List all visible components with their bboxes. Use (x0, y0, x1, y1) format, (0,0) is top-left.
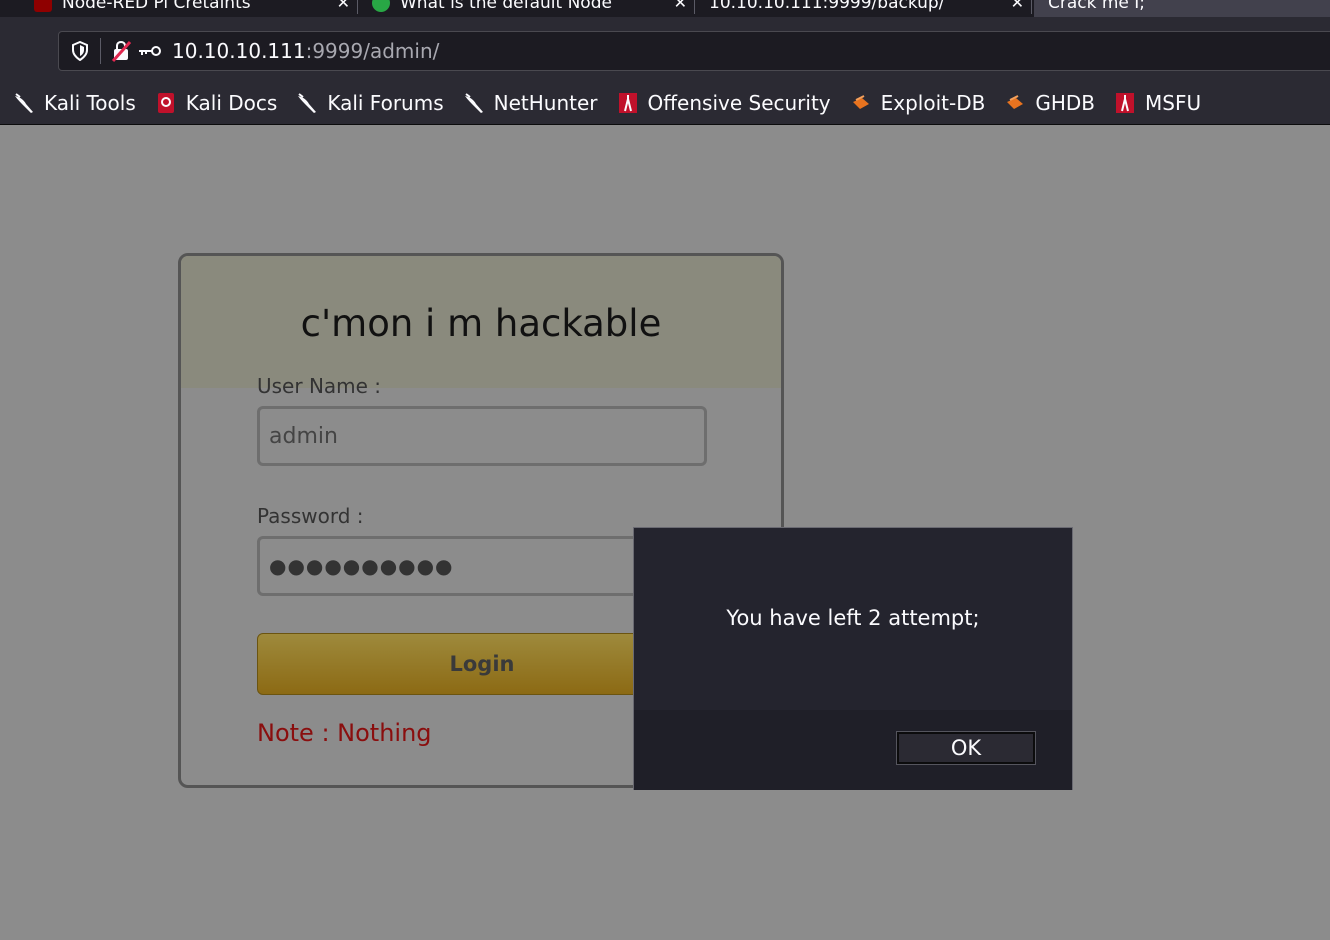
bookmark-label: Kali Tools (44, 90, 136, 115)
alert-dialog-body: You have left 2 attempt; (634, 528, 1072, 710)
username-label: User Name : (257, 374, 382, 398)
tab-backup[interactable]: 10.10.10.111:9999/backup/ ✕ (695, 0, 1032, 17)
alert-message: You have left 2 attempt; (726, 606, 980, 630)
ok-button[interactable]: OK (896, 731, 1036, 765)
note-text: Note : Nothing (257, 719, 432, 747)
kali-docs-icon (154, 91, 178, 115)
bookmark-kali-docs[interactable]: Kali Docs (154, 90, 278, 115)
bookmarks-toolbar: Kali Tools Kali Docs Kali Forums NetHunt… (0, 81, 1330, 125)
chat-bubble-icon (372, 0, 390, 12)
bookmark-label: Kali Forums (327, 90, 444, 115)
url-path: :9999/admin/ (305, 39, 440, 63)
bookmark-offensive-security[interactable]: Offensive Security (616, 91, 831, 115)
node-red-icon (34, 0, 52, 12)
alert-dialog-footer: OK (634, 710, 1072, 790)
bookmark-label: NetHunter (493, 90, 598, 115)
tab-title: Node-RED Pi Cretalnts (62, 0, 251, 13)
tab-title: Crack me I; (1048, 0, 1146, 13)
url-host: 10.10.10.111 (172, 39, 306, 63)
exploitdb-icon (1003, 91, 1027, 115)
bookmark-ghdb[interactable]: GHDB (1003, 91, 1095, 115)
bookmark-label: Kali Docs (185, 90, 278, 115)
exploitdb-icon (849, 91, 873, 115)
page-title: c'mon i m hackable (300, 302, 662, 345)
insecure-lock-icon[interactable] (110, 40, 132, 62)
shield-icon[interactable] (69, 40, 91, 62)
url-text[interactable]: 10.10.10.111:9999/admin/ (172, 39, 439, 63)
offsec-icon (616, 91, 640, 115)
password-label: Password : (257, 504, 364, 528)
tab-crack-me[interactable]: Crack me I; (1034, 0, 1330, 17)
tab-title: 10.10.10.111:9999/backup/ (709, 0, 945, 13)
alert-dialog: You have left 2 attempt; OK (633, 527, 1073, 790)
bookmark-nethunter[interactable]: NetHunter (462, 91, 598, 115)
navigation-bar: 10.10.10.111:9999/admin/ (0, 17, 1330, 81)
url-bar[interactable]: 10.10.10.111:9999/admin/ (58, 31, 1330, 71)
kali-dragon-icon (462, 91, 486, 115)
username-field[interactable] (257, 406, 707, 466)
close-icon[interactable]: ✕ (674, 0, 687, 12)
bookmark-kali-tools[interactable]: Kali Tools (12, 91, 136, 115)
bookmark-label: MSFU (1145, 90, 1202, 115)
kali-dragon-icon (295, 91, 319, 115)
bookmark-label: Offensive Security (647, 90, 831, 115)
bookmark-label: Exploit-DB (880, 90, 986, 115)
bookmark-msfu[interactable]: MSFU (1113, 91, 1201, 115)
close-icon[interactable]: ✕ (337, 0, 350, 12)
tab-node-red[interactable]: Node-RED Pi Cretalnts ✕ (20, 0, 358, 17)
bookmark-exploit-db[interactable]: Exploit-DB (849, 90, 986, 115)
key-icon[interactable] (138, 40, 162, 62)
url-divider (100, 38, 101, 64)
offsec-icon (1113, 91, 1137, 115)
tab-title: What is the default Node (400, 0, 612, 13)
tab-strip: Node-RED Pi Cretalnts ✕ What is the defa… (0, 0, 1330, 17)
close-icon[interactable]: ✕ (1011, 0, 1024, 12)
bookmark-label: GHDB (1035, 90, 1095, 115)
kali-dragon-icon (12, 91, 36, 115)
login-card-header: c'mon i m hackable (181, 256, 781, 388)
bookmark-kali-forums[interactable]: Kali Forums (295, 90, 444, 115)
tab-default-node[interactable]: What is the default Node ✕ (358, 0, 695, 17)
